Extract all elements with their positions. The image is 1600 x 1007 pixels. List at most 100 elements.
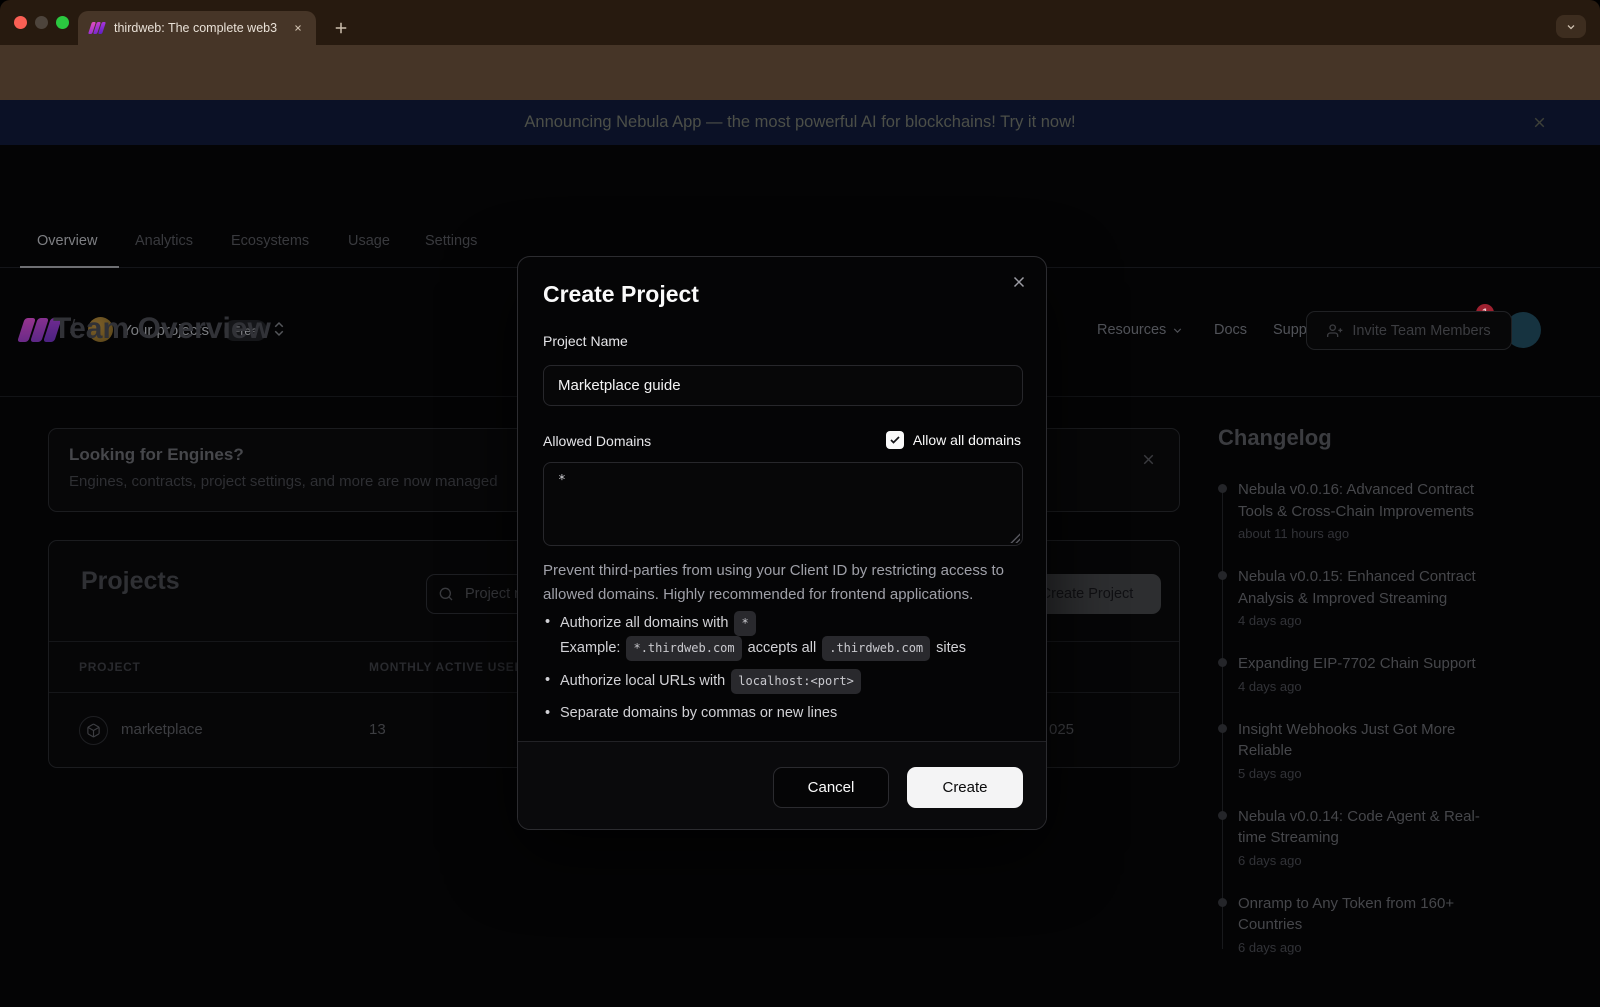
changelog-item-time: 6 days ago <box>1238 853 1588 868</box>
tab-title: thirdweb: The complete web3 <box>114 21 290 35</box>
site-header: / Your projects Free Resources Docs Supp… <box>0 145 1600 222</box>
invite-button-label: Invite Team Members <box>1352 323 1490 339</box>
domains-help-text: Prevent third-parties from using your Cl… <box>543 559 1021 606</box>
column-project: PROJECT <box>79 660 141 674</box>
tab-usage[interactable]: Usage <box>348 233 390 249</box>
project-name-label: Project Name <box>543 333 628 349</box>
changelog-item[interactable]: Onramp to Any Token from 160+ Countries … <box>1218 893 1588 955</box>
timeline-dot-icon <box>1218 724 1227 733</box>
invite-team-members-button[interactable]: Invite Team Members <box>1306 311 1512 350</box>
help-bullet-wildcard: Authorize all domains with * Example: *.… <box>543 611 1023 661</box>
allow-all-checkbox[interactable] <box>886 431 904 449</box>
page-title: Team Overview <box>53 312 271 346</box>
changelog-item[interactable]: Expanding EIP-7702 Chain Support 4 days … <box>1218 653 1588 694</box>
tab-analytics[interactable]: Analytics <box>135 233 193 249</box>
changelog-item-time: 4 days ago <box>1238 613 1588 628</box>
changelog-item-title[interactable]: Insight Webhooks Just Got More Reliable <box>1238 719 1506 762</box>
tab-search-button[interactable] <box>1556 15 1586 38</box>
user-plus-icon <box>1327 323 1343 339</box>
projects-heading: Projects <box>81 567 180 596</box>
wildcard-chip: * <box>734 611 755 636</box>
announcement-text[interactable]: Announcing Nebula App — the most powerfu… <box>524 113 1075 132</box>
timeline-dot-icon <box>1218 484 1227 493</box>
column-mau: MONTHLY ACTIVE USERS <box>369 660 533 674</box>
thirdweb-favicon-icon <box>90 22 106 35</box>
modal-close-icon[interactable] <box>1010 273 1028 291</box>
help-bullet-separators: Separate domains by commas or new lines <box>543 702 1023 725</box>
changelog-item[interactable]: Nebula v0.0.15: Enhanced Contract Analys… <box>1218 566 1588 628</box>
changelog-item-time: about 11 hours ago <box>1238 526 1588 541</box>
changelog-item-time: 5 days ago <box>1238 766 1588 781</box>
changelog-item[interactable]: Insight Webhooks Just Got More Reliable … <box>1218 719 1588 781</box>
tab-close-icon[interactable] <box>290 20 306 36</box>
bullet1-example-end: sites <box>936 640 966 656</box>
engines-card-title: Looking for Engines? <box>69 445 244 465</box>
changelog-item-time: 4 days ago <box>1238 679 1588 694</box>
timeline-dot-icon <box>1218 811 1227 820</box>
nav-resources-label: Resources <box>1097 322 1166 338</box>
changelog-item[interactable]: Nebula v0.0.16: Advanced Contract Tools … <box>1218 479 1588 541</box>
active-tab-underline <box>20 266 119 268</box>
domains-help-bullets: Authorize all domains with * Example: *.… <box>543 611 1023 733</box>
chevron-down-icon <box>1171 324 1184 337</box>
team-switcher-icon[interactable] <box>270 320 288 340</box>
changelog-item-title[interactable]: Nebula v0.0.16: Advanced Contract Tools … <box>1238 479 1506 522</box>
allowed-domains-label: Allowed Domains <box>543 433 651 449</box>
browser-window: thirdweb: The complete web3 https://thir… <box>0 0 1600 1007</box>
modal-title: Create Project <box>543 281 699 308</box>
tab-settings[interactable]: Settings <box>425 233 477 249</box>
banner-close-icon[interactable] <box>1531 114 1548 131</box>
bullet1-example-mid: accepts all <box>748 640 817 656</box>
changelog-list: Nebula v0.0.16: Advanced Contract Tools … <box>1218 479 1588 955</box>
timeline-dot-icon <box>1218 571 1227 580</box>
announcement-banner[interactable]: Announcing Nebula App — the most powerfu… <box>0 100 1600 145</box>
example-domain-chip: *.thirdweb.com <box>626 636 741 661</box>
bullet3-text: Separate domains by commas or new lines <box>560 705 837 721</box>
check-icon <box>889 434 901 446</box>
changelog-item-title[interactable]: Expanding EIP-7702 Chain Support <box>1238 653 1506 675</box>
macos-traffic-lights <box>14 16 69 29</box>
project-name-cell[interactable]: marketplace <box>121 721 203 738</box>
window-zoom-button[interactable] <box>56 16 69 29</box>
changelog-item-title[interactable]: Nebula v0.0.15: Enhanced Contract Analys… <box>1238 566 1506 609</box>
example-domain-chip2: .thirdweb.com <box>822 636 930 661</box>
allow-all-domains-row: Allow all domains <box>886 431 1021 449</box>
changelog-section: Changelog Nebula v0.0.16: Advanced Contr… <box>1218 425 1588 980</box>
changelog-heading: Changelog <box>1218 425 1588 451</box>
bullet1-example-label: Example: <box>560 640 620 656</box>
project-mau-cell: 13 <box>369 721 386 738</box>
allow-all-label[interactable]: Allow all domains <box>913 432 1021 448</box>
allowed-domains-textarea[interactable]: * <box>543 462 1023 546</box>
changelog-item-time: 6 days ago <box>1238 940 1588 955</box>
bullet2-text: Authorize local URLs with <box>560 673 725 689</box>
create-button[interactable]: Create <box>907 767 1023 808</box>
create-project-modal: Create Project Project Name Allowed Doma… <box>517 256 1047 830</box>
browser-tabstrip: thirdweb: The complete web3 <box>0 0 1600 45</box>
window-minimize-button[interactable] <box>35 16 48 29</box>
cancel-button[interactable]: Cancel <box>773 767 889 808</box>
engines-card-close-icon[interactable] <box>1140 451 1157 468</box>
localhost-chip: localhost:<port> <box>731 669 861 694</box>
project-created-cell: 025 <box>1049 721 1074 738</box>
textarea-resize-handle[interactable] <box>1010 533 1020 543</box>
project-name-input[interactable] <box>543 365 1023 406</box>
nav-docs-label: Docs <box>1214 322 1247 338</box>
browser-tab[interactable]: thirdweb: The complete web3 <box>78 11 316 45</box>
help-bullet-localhost: Authorize local URLs with localhost:<por… <box>543 669 1023 694</box>
tab-ecosystems[interactable]: Ecosystems <box>231 233 309 249</box>
tab-overview[interactable]: Overview <box>37 233 97 249</box>
nav-resources[interactable]: Resources <box>1097 322 1184 338</box>
new-tab-button[interactable] <box>332 19 350 37</box>
changelog-item[interactable]: Nebula v0.0.14: Code Agent & Real-time S… <box>1218 806 1588 868</box>
browser-toolbar: https://thirdweb.com/team/fcd194917bc9c6… <box>0 45 1600 100</box>
project-cube-icon <box>79 716 108 745</box>
bullet1-text: Authorize all domains with <box>560 615 728 631</box>
modal-footer: Cancel Create <box>518 741 1046 829</box>
changelog-item-title[interactable]: Nebula v0.0.14: Code Agent & Real-time S… <box>1238 806 1506 849</box>
search-icon <box>438 586 454 602</box>
timeline-dot-icon <box>1218 658 1227 667</box>
changelog-item-title[interactable]: Onramp to Any Token from 160+ Countries <box>1238 893 1506 936</box>
nav-docs[interactable]: Docs <box>1214 322 1247 338</box>
timeline-dot-icon <box>1218 898 1227 907</box>
window-close-button[interactable] <box>14 16 27 29</box>
